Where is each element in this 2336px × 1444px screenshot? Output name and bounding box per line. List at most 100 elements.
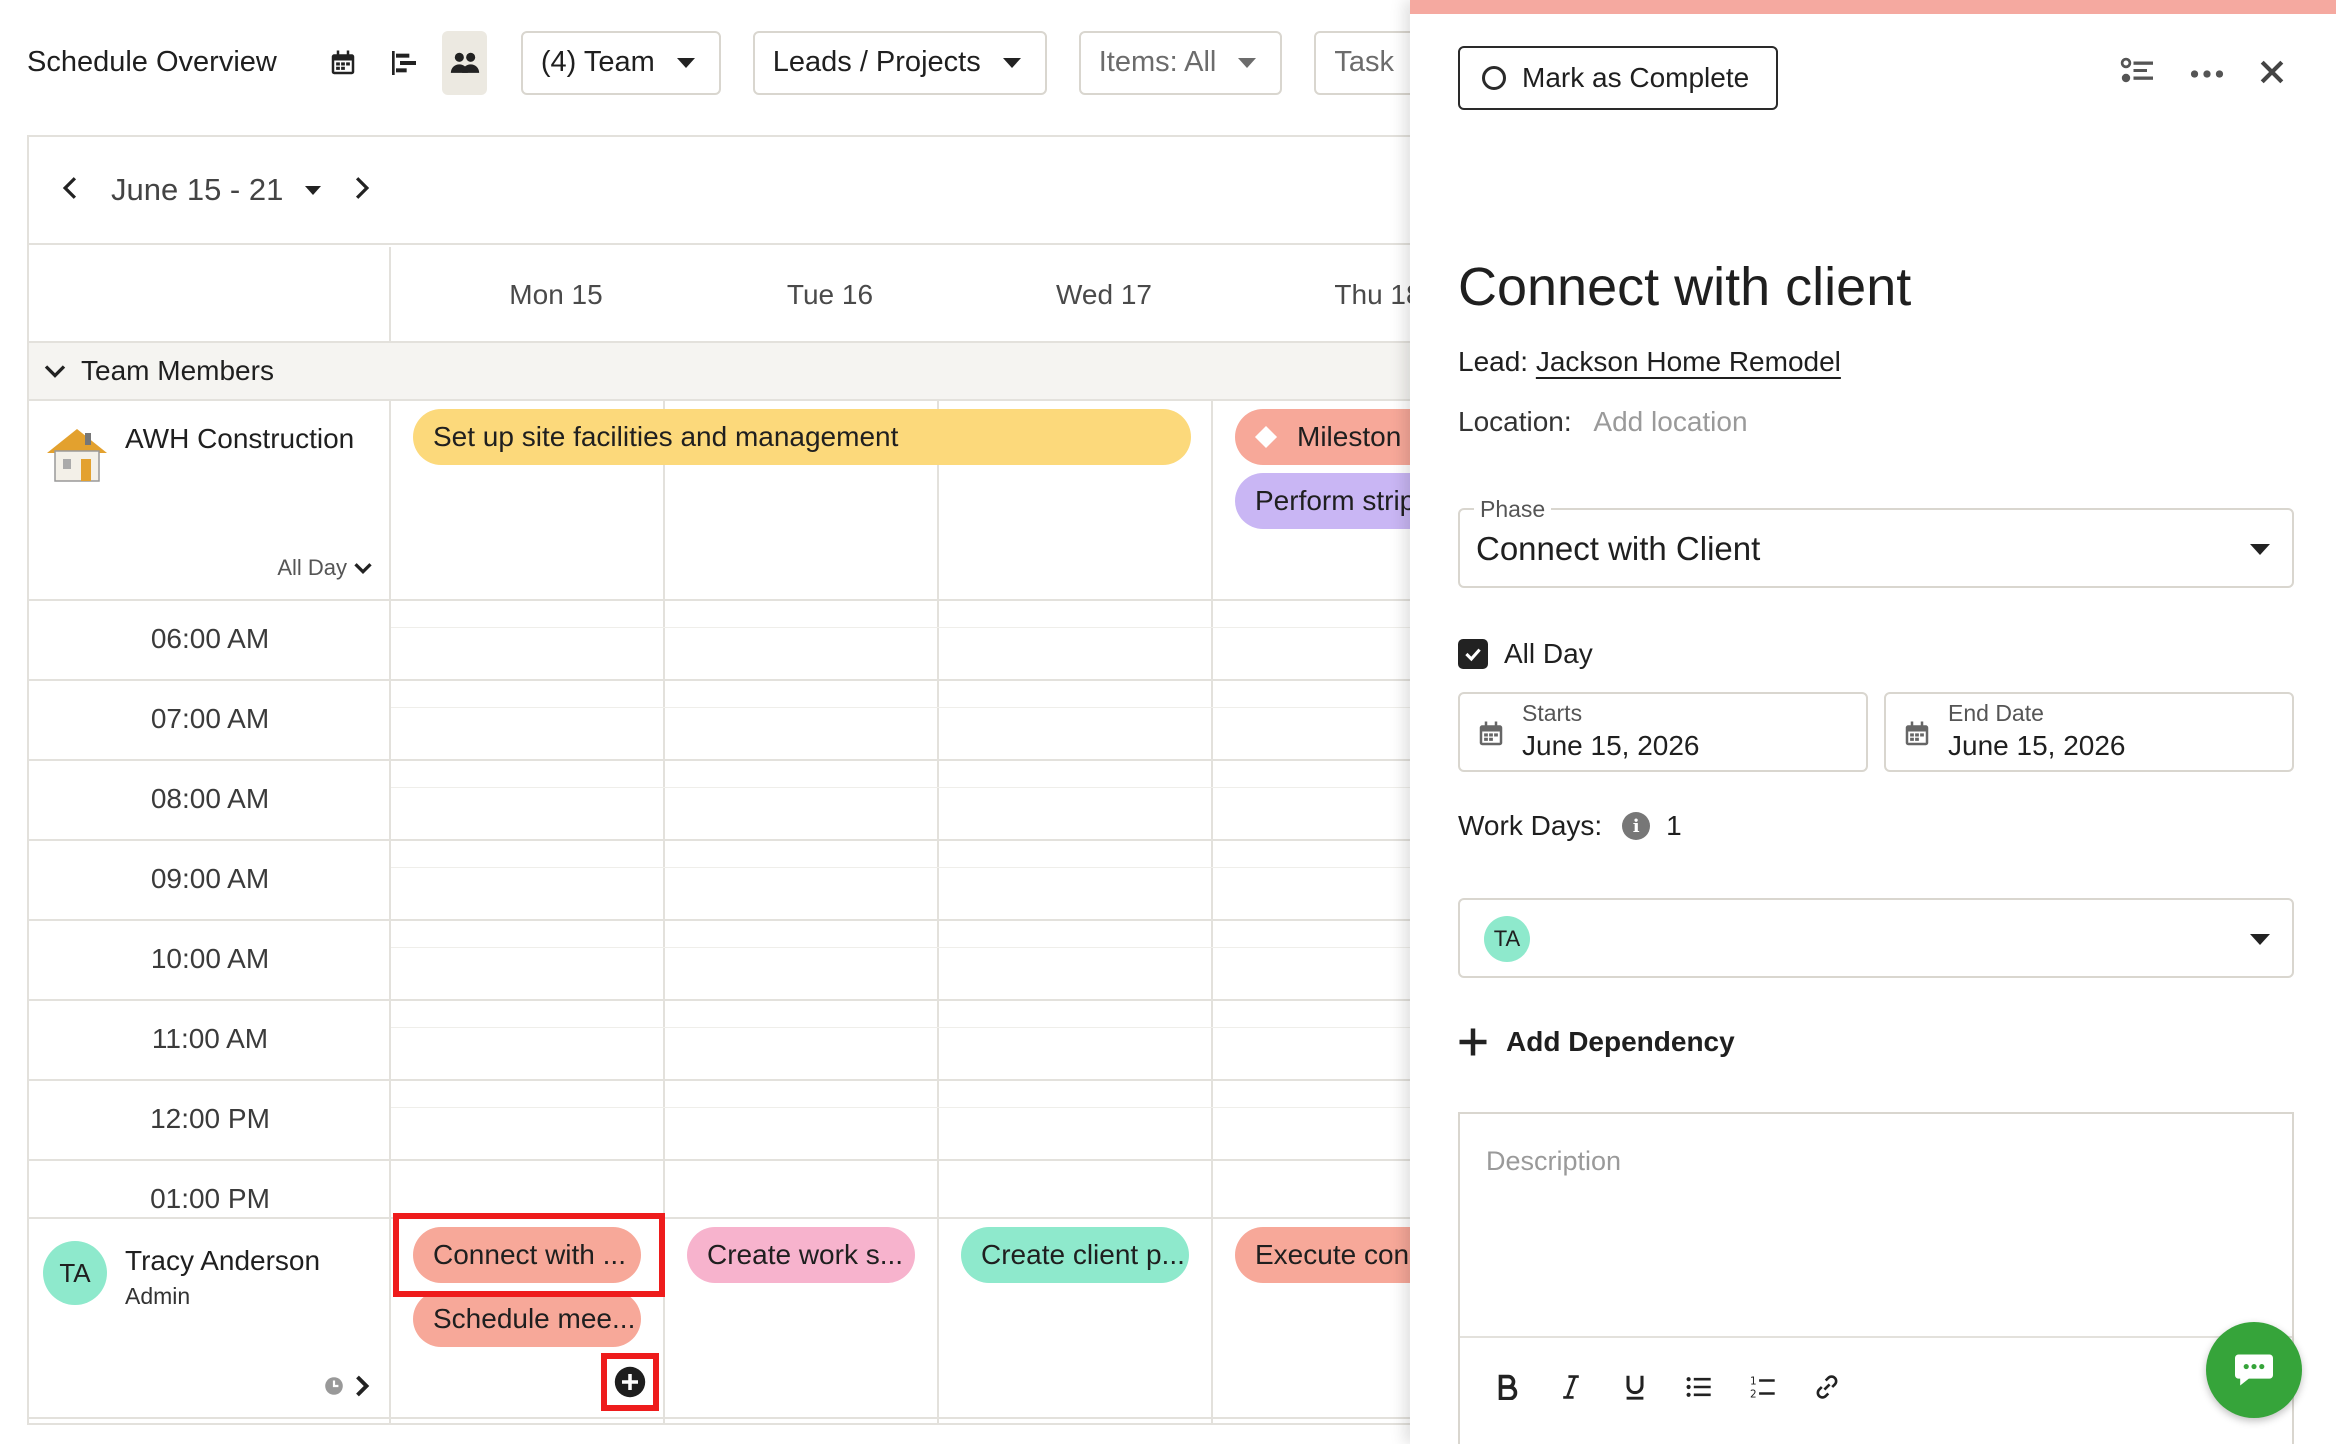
grid-line bbox=[391, 707, 1437, 708]
time-label: 12:00 PM bbox=[150, 1103, 270, 1134]
underline-button[interactable] bbox=[1618, 1370, 1652, 1404]
calendar-icon bbox=[1479, 721, 1503, 746]
team-view-button[interactable] bbox=[442, 30, 487, 95]
team-members-section-toggle[interactable]: Team Members bbox=[29, 343, 1437, 401]
all-day-checkbox[interactable]: All Day bbox=[1458, 638, 1593, 670]
description-editor[interactable]: Description 12 bbox=[1458, 1112, 2294, 1444]
event-create-client-portal[interactable]: Create client p... bbox=[961, 1227, 1189, 1283]
grid-line bbox=[29, 1079, 1437, 1081]
grid-line bbox=[29, 999, 1437, 1001]
grid-line bbox=[391, 947, 1437, 948]
add-location-input[interactable]: Add location bbox=[1593, 406, 1747, 437]
circle-icon bbox=[1482, 66, 1506, 90]
day-header-mon: Mon 15 bbox=[509, 279, 603, 310]
italic-button[interactable] bbox=[1554, 1370, 1588, 1404]
more-options-button[interactable] bbox=[2190, 66, 2224, 84]
grid-line bbox=[29, 679, 1437, 681]
leads-projects-label: Leads / Projects bbox=[772, 46, 981, 78]
event-create-work-schedule[interactable]: Create work s... bbox=[687, 1227, 915, 1283]
day-header-row: Mon 15 Tue 16 Wed 17 Thu 18 bbox=[29, 247, 1437, 343]
editor-divider bbox=[1460, 1336, 2292, 1338]
chevron-left-icon bbox=[62, 176, 77, 199]
bold-button[interactable] bbox=[1490, 1370, 1524, 1404]
end-date-label: End Date bbox=[1948, 700, 2044, 726]
end-date-field[interactable]: End Date June 15, 2026 bbox=[1884, 692, 2294, 772]
bold-icon bbox=[1498, 1374, 1518, 1400]
task-detail-panel: Mark as Complete Connect with client Lea… bbox=[1410, 0, 2336, 1444]
add-item-button[interactable] bbox=[614, 1366, 646, 1403]
team-filter-dropdown[interactable]: (4) Team bbox=[520, 30, 721, 95]
event-perform-strip[interactable]: Perform strip bbox=[1235, 473, 1437, 529]
toolbar: Schedule Overview (4) Team Leads / Proje… bbox=[0, 0, 1420, 125]
grid-line bbox=[391, 1027, 1437, 1028]
panel-accent-bar bbox=[1410, 0, 2336, 14]
underline-icon bbox=[1626, 1375, 1644, 1400]
work-days-value: 1 bbox=[1666, 810, 1682, 841]
grid-line bbox=[29, 839, 1437, 841]
clock-icon[interactable] bbox=[323, 1375, 345, 1397]
team-icon bbox=[450, 52, 479, 73]
info-icon[interactable]: i bbox=[1622, 812, 1651, 840]
svg-text:1: 1 bbox=[1750, 1375, 1757, 1387]
time-label: 01:00 PM bbox=[150, 1183, 270, 1214]
add-dependency-button[interactable]: Add Dependency bbox=[1458, 1026, 1735, 1058]
company-row: AWH Construction All Day bbox=[29, 401, 391, 601]
tasks-filter-dropdown[interactable]: Task bbox=[1314, 30, 1420, 95]
gantt-view-button[interactable] bbox=[382, 31, 427, 95]
chevron-down-icon bbox=[2250, 934, 2270, 945]
numbered-list-icon: 12 bbox=[1750, 1375, 1775, 1400]
time-label: 07:00 AM bbox=[150, 703, 270, 734]
italic-icon bbox=[1563, 1375, 1579, 1399]
grid-line bbox=[29, 1159, 1437, 1161]
lead-label: Lead: bbox=[1458, 346, 1529, 377]
plus-circle-icon bbox=[614, 1366, 646, 1398]
close-panel-button[interactable] bbox=[2258, 58, 2286, 91]
items-filter-dropdown[interactable]: Items: All bbox=[1078, 30, 1283, 95]
team-filter-label: (4) Team bbox=[540, 46, 655, 78]
chevron-right-icon[interactable] bbox=[353, 1373, 371, 1399]
close-icon bbox=[2260, 60, 2284, 84]
day-header-tue: Tue 16 bbox=[786, 279, 874, 310]
checklist-button[interactable] bbox=[2120, 56, 2156, 93]
phase-select[interactable]: Phase Connect with Client bbox=[1458, 496, 2294, 588]
all-day-toggle[interactable]: All Day bbox=[277, 555, 373, 581]
event-milestone[interactable]: Mileston bbox=[1235, 409, 1437, 465]
phase-label: Phase bbox=[1474, 496, 1552, 523]
calendar-view-button[interactable] bbox=[321, 31, 366, 95]
time-label: 06:00 AM bbox=[150, 623, 270, 654]
next-week-button[interactable] bbox=[351, 175, 373, 206]
mark-as-complete-label: Mark as Complete bbox=[1522, 62, 1750, 93]
leads-projects-dropdown[interactable]: Leads / Projects bbox=[752, 30, 1047, 95]
location-line: Location: Add location bbox=[1458, 406, 1748, 438]
description-input[interactable]: Description bbox=[1486, 1146, 1621, 1177]
date-range-label[interactable]: June 15 - 21 bbox=[111, 172, 283, 208]
start-date-field[interactable]: Starts June 15, 2026 bbox=[1458, 692, 1868, 772]
event-execute-contract[interactable]: Execute con bbox=[1235, 1227, 1437, 1283]
numbered-list-button[interactable]: 12 bbox=[1746, 1370, 1780, 1404]
assignee-avatar: TA bbox=[1484, 916, 1530, 962]
rich-text-toolbar: 12 bbox=[1490, 1370, 1844, 1404]
lead-line: Lead: Jackson Home Remodel bbox=[1458, 346, 1841, 378]
work-days-line: Work Days: i 1 bbox=[1458, 810, 1682, 842]
previous-week-button[interactable] bbox=[59, 175, 81, 206]
task-title: Connect with client bbox=[1458, 257, 1912, 317]
link-button[interactable] bbox=[1810, 1370, 1844, 1404]
bullet-list-button[interactable] bbox=[1682, 1370, 1716, 1404]
page-title: Schedule Overview bbox=[27, 46, 277, 78]
chat-button[interactable] bbox=[2206, 1322, 2302, 1418]
time-label: 09:00 AM bbox=[150, 863, 270, 894]
assignee-select[interactable]: TA bbox=[1458, 898, 2294, 978]
checklist-icon bbox=[2120, 57, 2153, 83]
grid-line bbox=[391, 1107, 1437, 1108]
mark-as-complete-button[interactable]: Mark as Complete bbox=[1458, 46, 1778, 110]
diamond-icon bbox=[1254, 425, 1278, 449]
ellipsis-icon bbox=[2190, 69, 2224, 78]
work-days-label: Work Days: bbox=[1458, 810, 1603, 841]
time-label: 11:00 AM bbox=[151, 1023, 269, 1054]
lead-link[interactable]: Jackson Home Remodel bbox=[1536, 346, 1841, 377]
chevron-down-icon[interactable] bbox=[305, 185, 322, 195]
day-header-wed: Wed 17 bbox=[1056, 279, 1152, 310]
starts-label: Starts bbox=[1522, 700, 1583, 726]
event-set-up-site[interactable]: Set up site facilities and management bbox=[413, 409, 1191, 465]
event-schedule-meeting[interactable]: Schedule mee... bbox=[413, 1291, 641, 1347]
